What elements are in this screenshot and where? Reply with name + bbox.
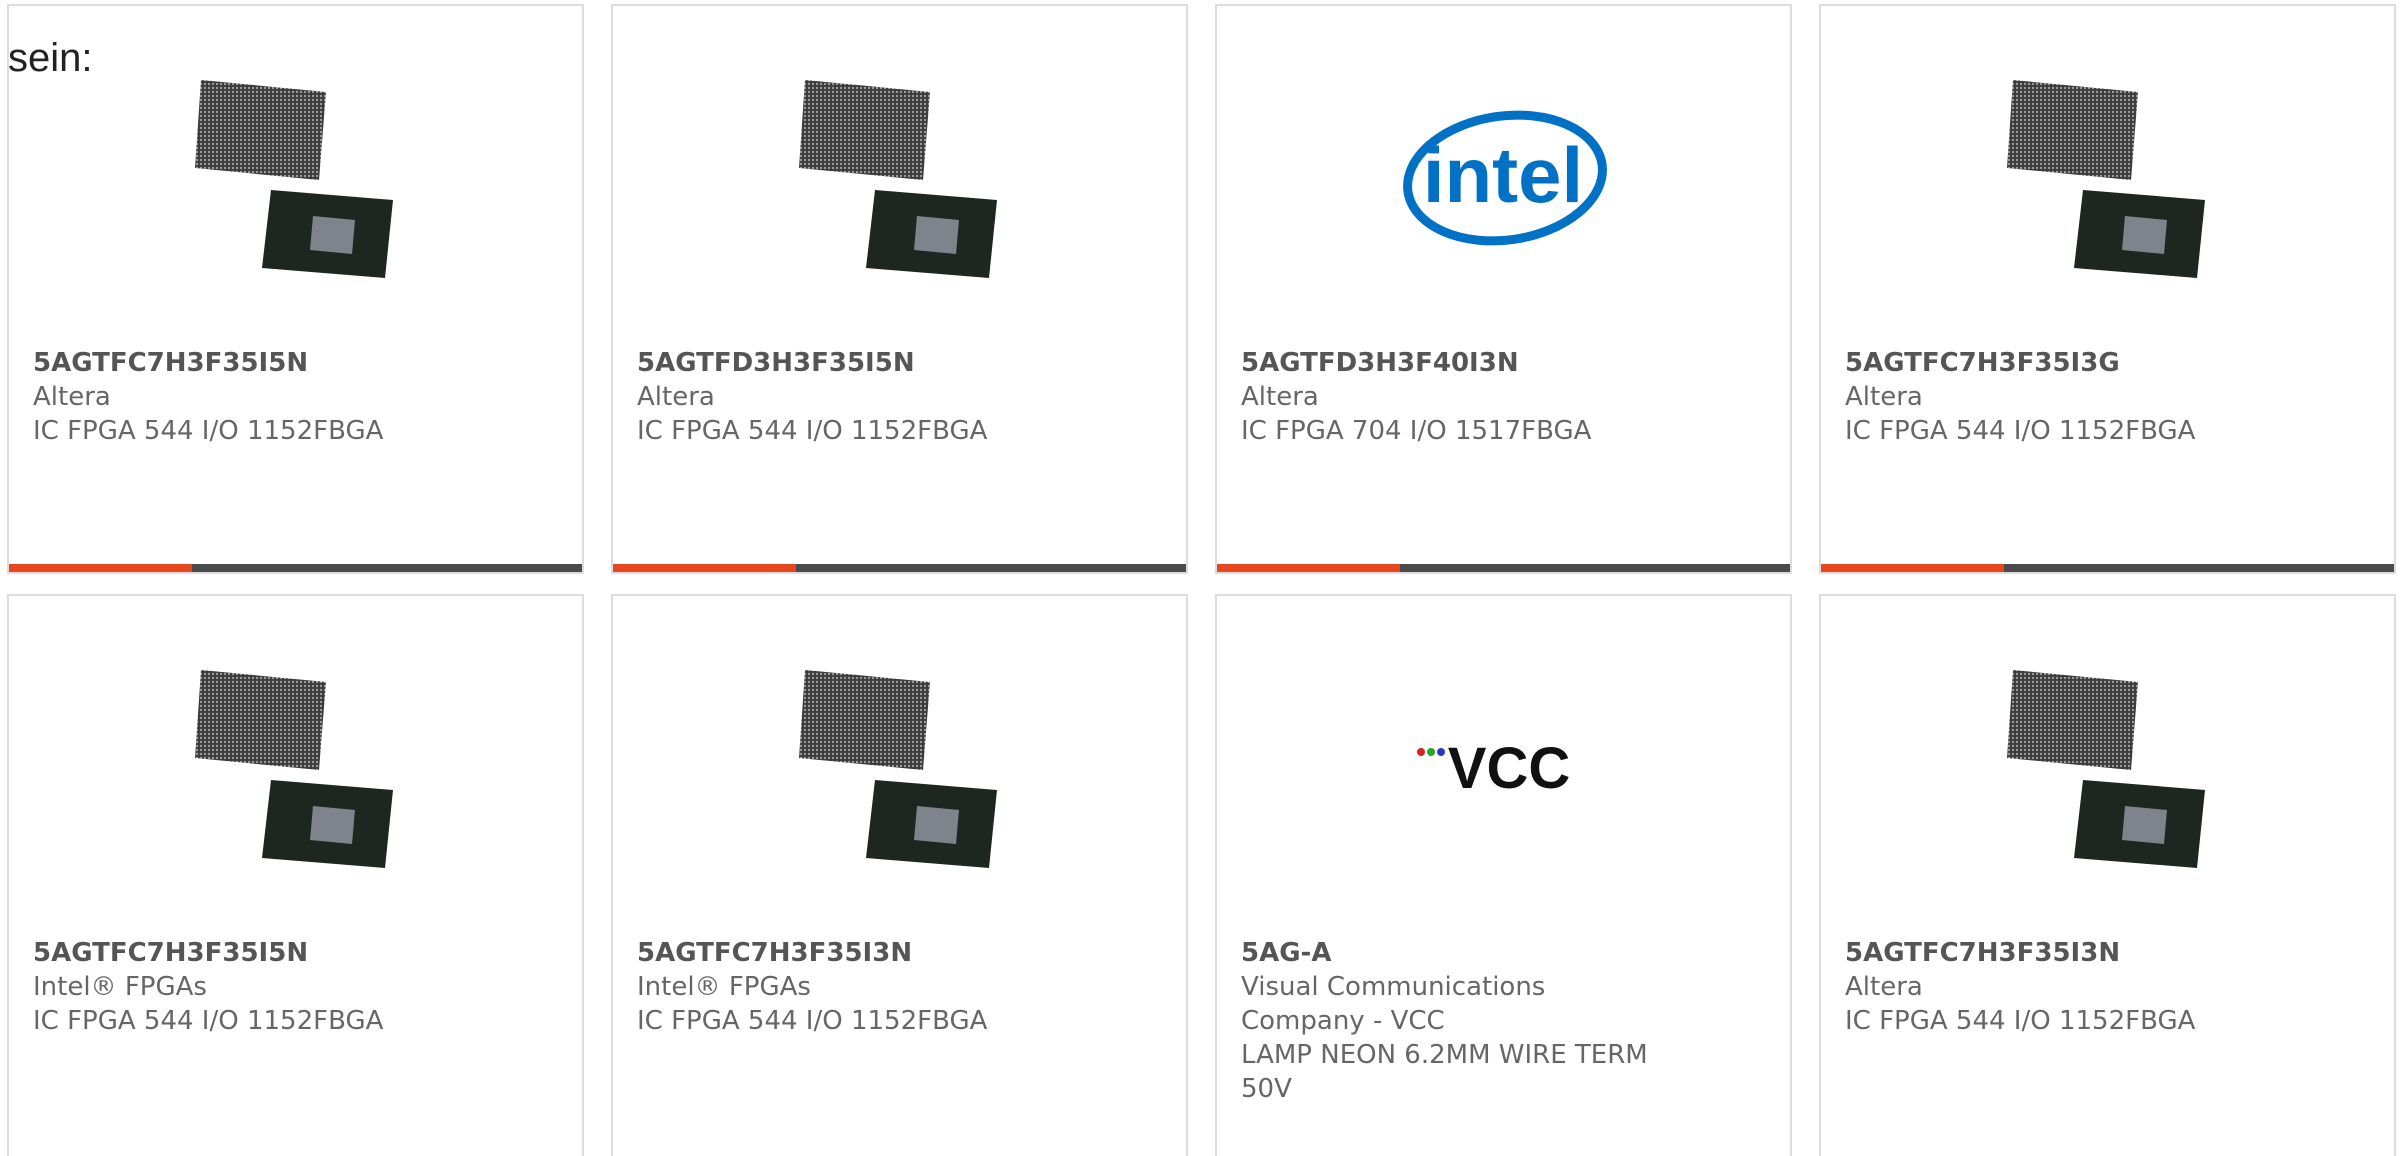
manufacturer: Altera [33, 382, 111, 412]
fpga-chip-image [799, 668, 1004, 873]
card-bar [1821, 564, 2394, 572]
description: IC FPGA 544 I/O 1152FBGA [637, 1006, 988, 1036]
manufacturer: Altera [1845, 972, 1923, 1002]
product-card[interactable]: 5AGTFC7H3F35I5N Altera IC FPGA 544 I/O 1… [7, 4, 584, 574]
product-card[interactable]: 5AGTFC7H3F35I3G Altera IC FPGA 544 I/O 1… [1819, 4, 2396, 574]
manufacturer: Altera [637, 382, 715, 412]
part-number[interactable]: 5AGTFD3H3F40I3N [1241, 346, 1761, 380]
vcc-logo-text: VCC [1448, 736, 1570, 801]
product-card[interactable]: 5AGTFC7H3F35I3N Intel® FPGAs IC FPGA 544… [611, 594, 1188, 1156]
part-number[interactable]: 5AGTFC7H3F35I3N [637, 936, 1157, 970]
intel-logo-text: intel [1423, 131, 1583, 219]
card-bar [613, 564, 1186, 572]
fpga-chip-image [2007, 78, 2212, 283]
card-bar-accent [1217, 564, 1401, 572]
description: IC FPGA 704 I/O 1517FBGA [1241, 416, 1592, 446]
manufacturer: Intel® FPGAs [637, 972, 811, 1002]
fpga-chip-image [195, 668, 400, 873]
description: IC FPGA 544 I/O 1152FBGA [33, 416, 384, 446]
fpga-chip-image [799, 78, 1004, 283]
product-card[interactable]: 5AGTFC7H3F35I5N Intel® FPGAs IC FPGA 544… [7, 594, 584, 1156]
part-number[interactable]: 5AGTFC7H3F35I3N [1845, 936, 2365, 970]
description: IC FPGA 544 I/O 1152FBGA [637, 416, 988, 446]
product-card[interactable]: VCC 5AG-A Visual Communications Company … [1215, 594, 1792, 1156]
description: IC FPGA 544 I/O 1152FBGA [1845, 416, 2196, 446]
intro-text: sein: [8, 36, 93, 80]
manufacturer: Altera [1845, 382, 1923, 412]
manufacturer: Altera [1241, 382, 1319, 412]
product-card[interactable]: intel 5AGTFD3H3F40I3N Altera IC FPGA 704… [1215, 4, 1792, 574]
part-number[interactable]: 5AGTFC7H3F35I5N [33, 936, 553, 970]
vcc-logo-image: VCC [1403, 668, 1608, 873]
card-bar-accent [1821, 564, 2005, 572]
intel-logo-image: intel [1403, 78, 1608, 283]
fpga-chip-image [2007, 668, 2212, 873]
card-bar [9, 564, 582, 572]
description: IC FPGA 544 I/O 1152FBGA [1845, 1006, 2196, 1036]
manufacturer: Intel® FPGAs [33, 972, 207, 1002]
part-number[interactable]: 5AGTFD3H3F35I5N [637, 346, 1157, 380]
card-bar [1217, 564, 1790, 572]
product-card[interactable]: 5AGTFD3H3F35I5N Altera IC FPGA 544 I/O 1… [611, 4, 1188, 574]
part-number[interactable]: 5AG-A [1241, 936, 1761, 970]
description: IC FPGA 544 I/O 1152FBGA [33, 1006, 384, 1036]
product-card[interactable]: 5AGTFC7H3F35I3N Altera IC FPGA 544 I/O 1… [1819, 594, 2396, 1156]
part-number[interactable]: 5AGTFC7H3F35I3G [1845, 346, 2365, 380]
card-bar-accent [9, 564, 193, 572]
manufacturer: Visual Communications Company - VCC [1241, 972, 1546, 1036]
card-bar-accent [613, 564, 797, 572]
part-number[interactable]: 5AGTFC7H3F35I5N [33, 346, 553, 380]
description: LAMP NEON 6.2MM WIRE TERM 50V [1241, 1040, 1648, 1104]
fpga-chip-image [195, 78, 400, 283]
